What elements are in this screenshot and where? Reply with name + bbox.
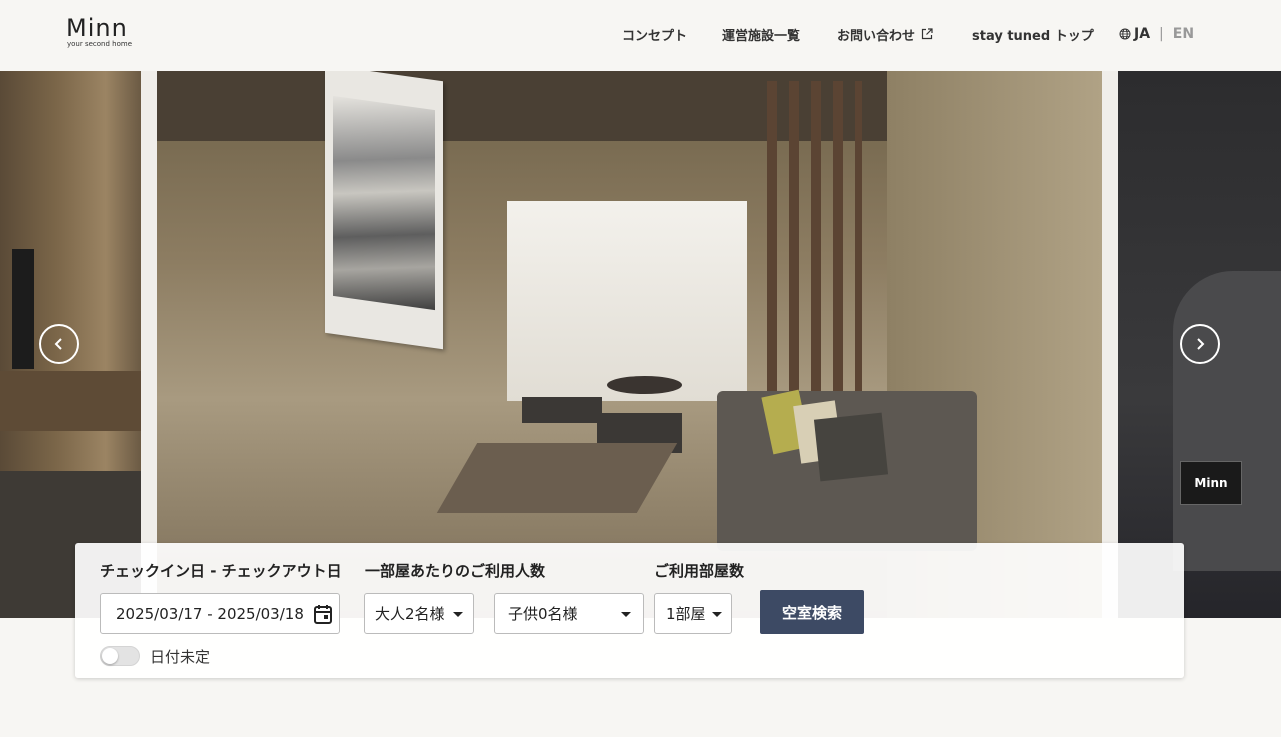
date-undecided-label: 日付未定 [150,648,211,666]
rooms-value: 1部屋 [666,605,706,623]
date-range-label: チェックイン日 - チェックアウト日 [100,562,342,580]
tv-shape [12,249,34,369]
nav-link-contact-label: お問い合わせ [837,28,916,44]
carousel-next-button[interactable] [1180,324,1220,364]
arch-shape [1173,271,1281,571]
date-range-field[interactable]: 2025/03/17 - 2025/03/18 [100,593,340,634]
site-header: Minn your second home コンセプト 運営施設一覧 お問い合わ… [0,0,1281,71]
carousel-slide-current [157,71,1102,618]
caret-down-icon [453,612,463,617]
search-panel: チェックイン日 - チェックアウト日 一部屋あたりのご利用人数 ご利用部屋数 2… [75,543,1184,678]
logo-tagline: your second home [67,40,132,48]
bench-shape [436,443,678,513]
toggle-knob [102,648,118,664]
search-availability-button[interactable]: 空室検索 [760,590,864,634]
guests-label: 一部屋あたりのご利用人数 [365,562,546,580]
hero-carousel: Minn [0,71,1281,618]
nav-link-concept[interactable]: コンセプト [622,25,687,44]
children-select[interactable]: 子供0名様 [494,593,644,634]
nav-item-contact[interactable]: お問い合わせ [837,24,933,44]
furniture-shape [0,371,141,431]
chevron-left-icon [54,338,62,350]
globe-icon [1119,28,1131,40]
nav-item-facilities[interactable]: 運営施設一覧 [722,24,800,44]
lang-ja[interactable]: JA [1134,26,1150,42]
wall-art-shape [325,71,443,350]
rooms-select[interactable]: 1部屋 [654,593,732,634]
rooms-label: ご利用部屋数 [654,562,745,580]
bamboo-shape [767,81,862,391]
logo-wordmark: Minn [66,14,128,42]
lang-separator: | [1159,26,1164,42]
nav-item-top[interactable]: stay tuned トップ [972,24,1094,44]
round-table-shape [607,376,682,394]
chevron-right-icon [1197,338,1205,350]
minn-logo[interactable]: Minn your second home [66,14,146,52]
caret-down-icon [621,612,631,617]
cushion-shape [522,397,602,423]
adults-select[interactable]: 大人2名様 [364,593,474,634]
pillow-shape-3 [813,412,889,482]
language-switcher: JA | EN [1119,26,1194,42]
sign-logo: Minn [1180,461,1242,505]
date-range-value: 2025/03/17 - 2025/03/18 [116,604,304,623]
lang-en[interactable]: EN [1173,26,1194,42]
nav-link-top[interactable]: stay tuned トップ [972,25,1094,44]
nav-link-contact[interactable]: お問い合わせ [837,25,933,44]
calendar-icon[interactable] [314,604,332,624]
carousel-prev-button[interactable] [39,324,79,364]
window-shape [507,201,747,401]
external-link-icon [921,28,933,40]
nav-link-facilities[interactable]: 運営施設一覧 [722,25,800,44]
nav-item-concept[interactable]: コンセプト [622,24,687,44]
children-value: 子供0名様 [508,605,578,623]
date-undecided-toggle[interactable] [100,646,140,666]
adults-value: 大人2名様 [375,605,445,623]
caret-down-icon [712,612,722,617]
